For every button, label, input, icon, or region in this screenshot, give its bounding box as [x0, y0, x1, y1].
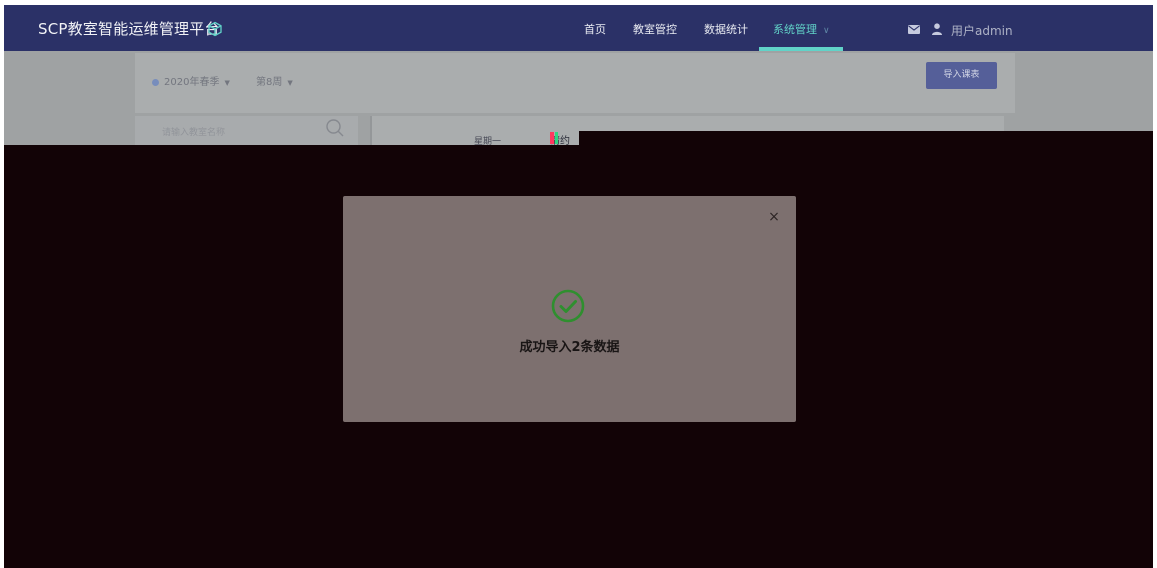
app-window: SCP教室智能运维管理平台 首页 教室管控 数据统计 系统管理 ∨ 用户admin…: [4, 5, 1153, 568]
user-name[interactable]: 用户admin: [951, 22, 1013, 39]
nav-item-statistics[interactable]: 数据统计: [704, 21, 748, 37]
close-icon[interactable]: ×: [767, 210, 781, 224]
cube-icon: [208, 21, 222, 37]
nav-item-system-management[interactable]: 系统管理 ∨: [773, 21, 830, 37]
dialog-message: 成功导入2条数据: [519, 340, 620, 355]
top-navbar: SCP教室智能运维管理平台 首页 教室管控 数据统计 系统管理 ∨ 用户admin: [4, 5, 1153, 51]
user-icon[interactable]: [932, 23, 942, 35]
nav-item-home[interactable]: 首页: [584, 21, 606, 37]
mail-icon[interactable]: [908, 25, 920, 34]
check-circle-icon: [551, 289, 585, 323]
app-title: SCP教室智能运维管理平台: [38, 20, 220, 38]
chevron-down-icon: ∨: [823, 26, 830, 36]
nav-item-classroom-control[interactable]: 教室管控: [633, 21, 677, 37]
nav-item-label: 系统管理: [773, 23, 817, 36]
import-result-dialog: × 成功导入2条数据: [343, 196, 796, 422]
overlay-edge: [579, 131, 1153, 145]
